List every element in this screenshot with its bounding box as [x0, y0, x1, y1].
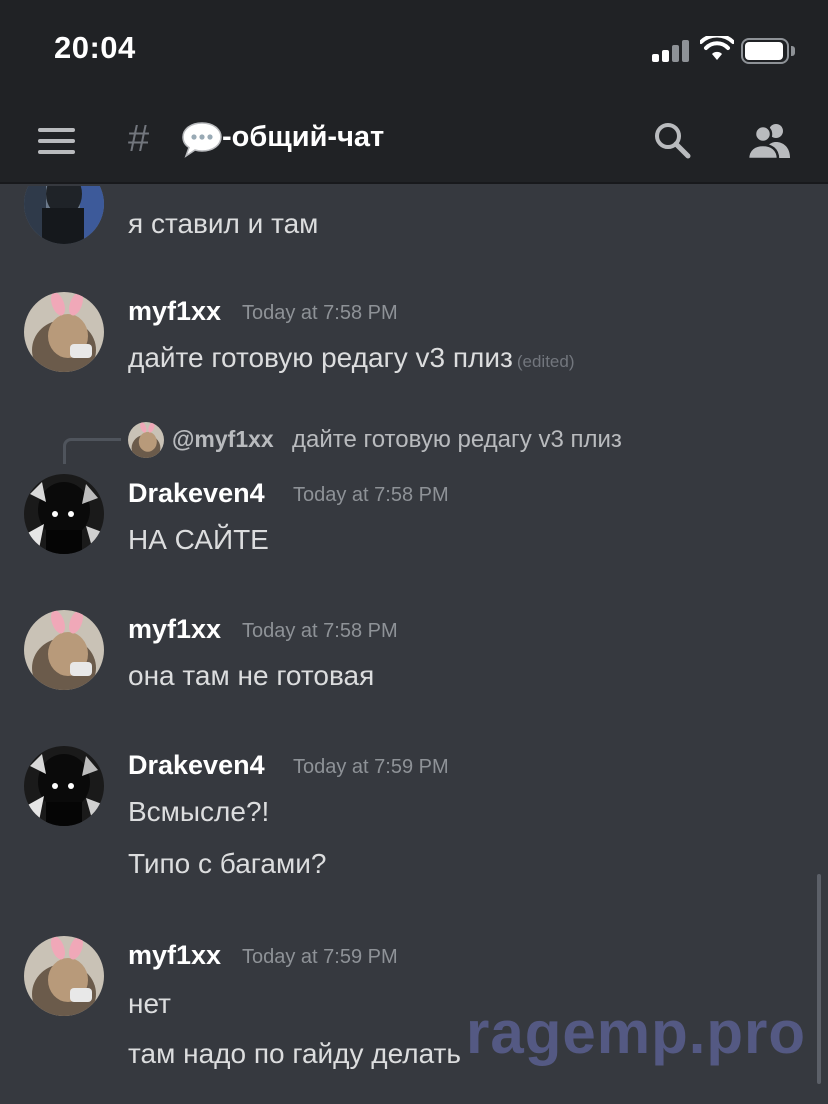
speech-bubble-icon	[182, 122, 222, 158]
user-avatar[interactable]	[24, 474, 104, 554]
channel-title[interactable]: -общий-чат	[222, 121, 384, 154]
message-timestamp: Today at 7:59 PM	[242, 946, 398, 968]
watermark: ragemp.pro	[466, 999, 807, 1066]
battery-icon	[741, 38, 795, 64]
channel-header: # -общий-чат	[0, 100, 828, 184]
message-text: там надо по гайду делать	[128, 1038, 461, 1069]
message-text: Всмысле?!	[128, 796, 270, 827]
reply-preview-text[interactable]: дайте готовую редагу v3 плиз	[292, 426, 622, 454]
user-avatar[interactable]	[24, 746, 104, 826]
message-author[interactable]: myf1xx	[128, 614, 221, 645]
message-text: она там не готовая	[128, 660, 375, 691]
status-bar: 20:04	[0, 0, 828, 100]
message-timestamp: Today at 7:58 PM	[242, 302, 398, 324]
hamburger-menu-icon[interactable]	[38, 126, 76, 156]
message-line: дайте готовую редагу v3 плиз	[128, 342, 513, 373]
user-avatar[interactable]	[24, 610, 104, 690]
search-icon[interactable]	[652, 120, 692, 160]
members-icon[interactable]	[746, 120, 792, 160]
message-author[interactable]: Drakeven4	[128, 750, 265, 781]
user-avatar[interactable]	[24, 292, 104, 372]
message-author[interactable]: myf1xx	[128, 296, 221, 327]
scrollbar[interactable]	[817, 874, 821, 1084]
reply-avatar	[128, 422, 164, 458]
edited-label: (edited)	[516, 352, 575, 371]
message-list[interactable]: я ставил и там myf1xx Today at 7:58 PM д…	[0, 186, 828, 1104]
reply-mention[interactable]: @myf1xx	[172, 426, 274, 453]
message-timestamp: Today at 7:58 PM	[242, 620, 398, 642]
message-text: я ставил и там	[128, 208, 319, 239]
message-text: НА САЙТЕ	[128, 524, 269, 555]
message-timestamp: Today at 7:59 PM	[293, 756, 449, 778]
status-time: 20:04	[54, 30, 136, 65]
message-timestamp: Today at 7:58 PM	[293, 484, 449, 506]
user-avatar[interactable]	[24, 186, 104, 244]
wifi-icon	[700, 36, 734, 60]
message-text: дайте готовую редагу v3 плиз (edited)	[128, 342, 575, 374]
message-author[interactable]: Drakeven4	[128, 478, 265, 509]
hash-icon: #	[128, 118, 150, 160]
message-text: нет	[128, 988, 171, 1019]
message-author[interactable]: myf1xx	[128, 940, 221, 971]
user-avatar[interactable]	[24, 936, 104, 1016]
reply-connector	[63, 438, 121, 464]
message-text: Типо с багами?	[128, 848, 327, 879]
cellular-signal-icon	[652, 40, 692, 62]
